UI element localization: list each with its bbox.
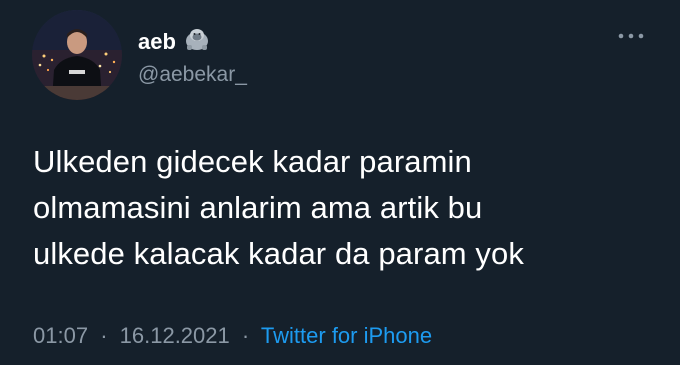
avatar[interactable]: [32, 10, 122, 100]
user-handle[interactable]: @aebekar_: [138, 62, 247, 88]
tweet-card: aeb @aebekar_ Ulkeden gidecek kadar para…: [0, 0, 680, 365]
meta-separator: ·: [241, 323, 250, 348]
more-horizontal-icon: [618, 33, 644, 39]
more-button[interactable]: [616, 28, 646, 44]
tweet-time[interactable]: 01:07: [33, 323, 88, 348]
display-name-text: aeb: [138, 29, 176, 54]
display-name[interactable]: aeb: [138, 27, 210, 57]
tweet-source-link[interactable]: Twitter for iPhone: [261, 323, 432, 348]
tweet-date[interactable]: 16.12.2021: [120, 323, 230, 348]
gorilla-icon: [184, 27, 210, 57]
meta-separator: ·: [100, 323, 108, 348]
tweet-text: Ulkeden gidecek kadar paramin olmamasini…: [33, 144, 524, 271]
tweet-meta: 01:07 · 16.12.2021 · Twitter for iPhone: [33, 322, 432, 350]
